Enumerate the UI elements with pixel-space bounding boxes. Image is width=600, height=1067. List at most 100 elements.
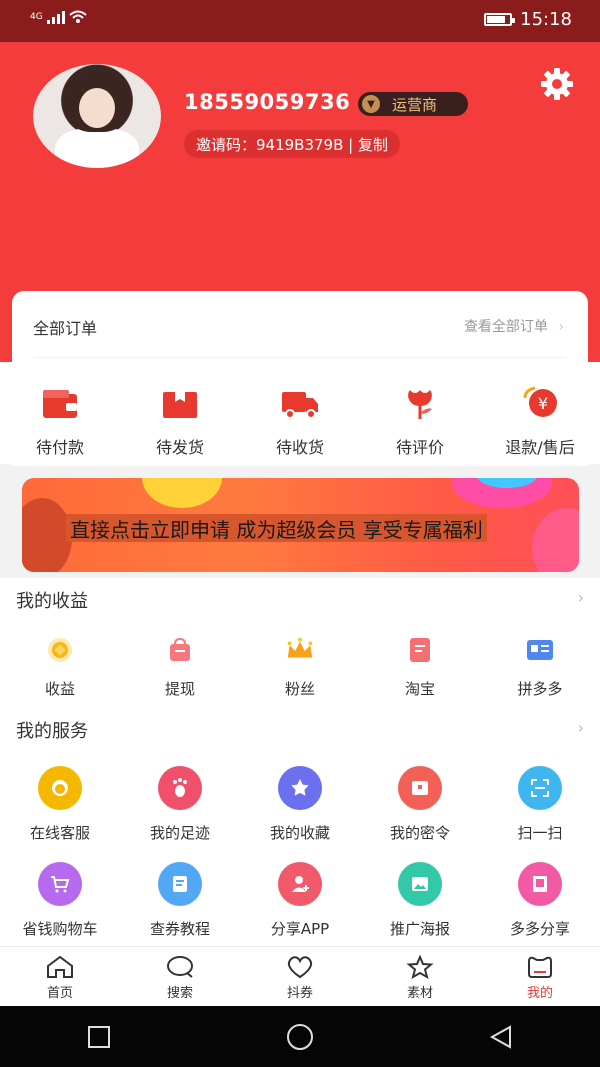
- service-poster[interactable]: 推广海报: [360, 862, 480, 939]
- crown-icon: [284, 634, 316, 666]
- image-icon: [398, 862, 442, 906]
- earnings-item-income[interactable]: 收益: [0, 634, 120, 699]
- services-row-1: 在线客服 我的足迹 我的收藏 我的密令 扫一扫: [0, 766, 600, 843]
- cart-icon: [38, 862, 82, 906]
- banner-text: 直接点击立即申请 成为超级会员 享受专属福利: [66, 514, 487, 542]
- service-label: 多多分享: [509, 920, 570, 938]
- star-icon: [278, 766, 322, 810]
- order-item-label: 退款/售后: [505, 438, 575, 457]
- service-share-app[interactable]: 分享APP: [240, 862, 360, 939]
- earnings-row: 收益 提现 粉丝 淘宝 拼多多: [0, 634, 600, 699]
- clock: 15:18: [520, 9, 572, 30]
- svg-text:¥: ¥: [538, 394, 548, 413]
- box-icon: [398, 766, 442, 810]
- service-label: 在线客服: [29, 824, 90, 842]
- earnings-item-fans[interactable]: 粉丝: [240, 634, 360, 699]
- order-item-label: 待付款: [35, 438, 84, 457]
- earnings-section: 我的收益 › 收益 提现 粉丝 淘宝 拼多多: [0, 578, 600, 708]
- book-icon: [158, 862, 202, 906]
- recent-apps-icon[interactable]: [86, 1024, 112, 1050]
- chevron-down-icon: ▼: [362, 95, 380, 113]
- services-row-2: 省钱购物车 查券教程 分享APP 推广海报 多多分享: [0, 862, 600, 939]
- battery-icon: [484, 13, 516, 26]
- service-favorites[interactable]: 我的收藏: [240, 766, 360, 843]
- service-label: 推广海报: [389, 920, 450, 938]
- network-label: 4G: [30, 12, 43, 22]
- service-online-support[interactable]: 在线客服: [0, 766, 120, 843]
- nav-label: 搜索: [166, 986, 193, 1001]
- card-icon: [524, 634, 556, 666]
- nav-search[interactable]: 搜索: [120, 947, 240, 1006]
- nav-coupons[interactable]: 抖券: [240, 947, 360, 1006]
- earnings-item-pdd[interactable]: 拼多多: [480, 634, 600, 699]
- nav-mine[interactable]: 我的: [480, 947, 600, 1006]
- profile-icon: [528, 956, 552, 978]
- truck-icon: [282, 392, 318, 419]
- service-cart[interactable]: 省钱购物车: [0, 862, 120, 939]
- status-bar: 4G 15:18: [0, 0, 600, 42]
- nav-material[interactable]: 素材: [360, 947, 480, 1006]
- earnings-item-withdraw[interactable]: 提现: [120, 634, 240, 699]
- earnings-item-label: 淘宝: [404, 680, 435, 698]
- nav-label: 素材: [406, 986, 433, 1001]
- service-pdd-share[interactable]: 多多分享: [480, 862, 600, 939]
- heart-icon: [287, 956, 313, 979]
- view-all-orders-label: 查看全部订单: [463, 319, 548, 335]
- home-icon: [47, 955, 73, 978]
- section-title: 我的收益: [16, 591, 88, 612]
- support-icon: [38, 766, 82, 810]
- bag-icon: [164, 634, 196, 666]
- nav-label: 我的: [526, 986, 553, 1001]
- chevron-right-icon: ›: [558, 319, 564, 335]
- earnings-item-label: 收益: [44, 680, 75, 698]
- footprint-icon: [158, 766, 202, 810]
- role-badge-label: 运营商: [392, 95, 438, 114]
- view-all-orders-link[interactable]: 查看全部订单 ›: [464, 316, 564, 336]
- flower-icon: [408, 390, 432, 419]
- home-circle-icon[interactable]: [285, 1022, 315, 1052]
- order-refund[interactable]: ¥ 退款/售后: [480, 386, 600, 458]
- order-pending-receipt[interactable]: 待收货: [240, 386, 360, 458]
- scan-icon: [518, 766, 562, 810]
- chevron-right-icon[interactable]: ›: [578, 588, 584, 607]
- service-password[interactable]: 我的密令: [360, 766, 480, 843]
- back-icon[interactable]: [488, 1024, 514, 1050]
- order-item-label: 待收货: [275, 438, 324, 457]
- service-label: 分享APP: [270, 920, 330, 938]
- order-item-label: 待评价: [395, 438, 444, 457]
- gear-icon[interactable]: [540, 67, 574, 101]
- order-pending-shipment[interactable]: 待发货: [120, 386, 240, 458]
- service-label: 我的密令: [389, 824, 450, 842]
- service-footprint[interactable]: 我的足迹: [120, 766, 240, 843]
- order-status-row: 待付款 待发货 待收货 待评价 ¥ 退款/售后: [0, 386, 600, 458]
- service-scan[interactable]: 扫一扫: [480, 766, 600, 843]
- service-label: 查券教程: [149, 920, 210, 938]
- service-tutorial[interactable]: 查券教程: [120, 862, 240, 939]
- signal-icon: [46, 10, 65, 24]
- search-icon: [167, 956, 193, 978]
- refund-icon: ¥: [523, 386, 557, 417]
- vip-banner[interactable]: 直接点击立即申请 成为超级会员 享受专属福利: [22, 478, 579, 572]
- wifi-icon: [69, 10, 87, 24]
- order-pending-payment[interactable]: 待付款: [0, 386, 120, 458]
- earnings-item-label: 拼多多: [517, 680, 563, 698]
- services-section: 我的服务 › 在线客服 我的足迹 我的收藏 我的密令 扫一扫 省钱购物车 查券教…: [0, 708, 600, 946]
- service-label: 我的收藏: [269, 824, 330, 842]
- invite-code[interactable]: 邀请码：9419B379B | 复制: [184, 130, 400, 158]
- chevron-right-icon[interactable]: ›: [578, 718, 584, 737]
- earnings-item-taobao[interactable]: 淘宝: [360, 634, 480, 699]
- avatar[interactable]: [33, 64, 161, 168]
- bottom-nav: 首页 搜索 抖券 素材 我的: [0, 946, 600, 1006]
- service-label: 我的足迹: [149, 824, 210, 842]
- orders-title: 全部订单: [33, 319, 98, 338]
- star-outline-icon: [406, 955, 434, 979]
- service-label: 扫一扫: [517, 824, 563, 842]
- order-pending-review[interactable]: 待评价: [360, 386, 480, 458]
- earnings-item-label: 粉丝: [284, 680, 315, 698]
- box-icon: [163, 392, 197, 418]
- nav-label: 首页: [46, 986, 73, 1001]
- nav-home[interactable]: 首页: [0, 947, 120, 1006]
- user-phone: 18559059736: [184, 90, 351, 114]
- divider: [34, 357, 566, 358]
- coin-icon: [44, 634, 76, 666]
